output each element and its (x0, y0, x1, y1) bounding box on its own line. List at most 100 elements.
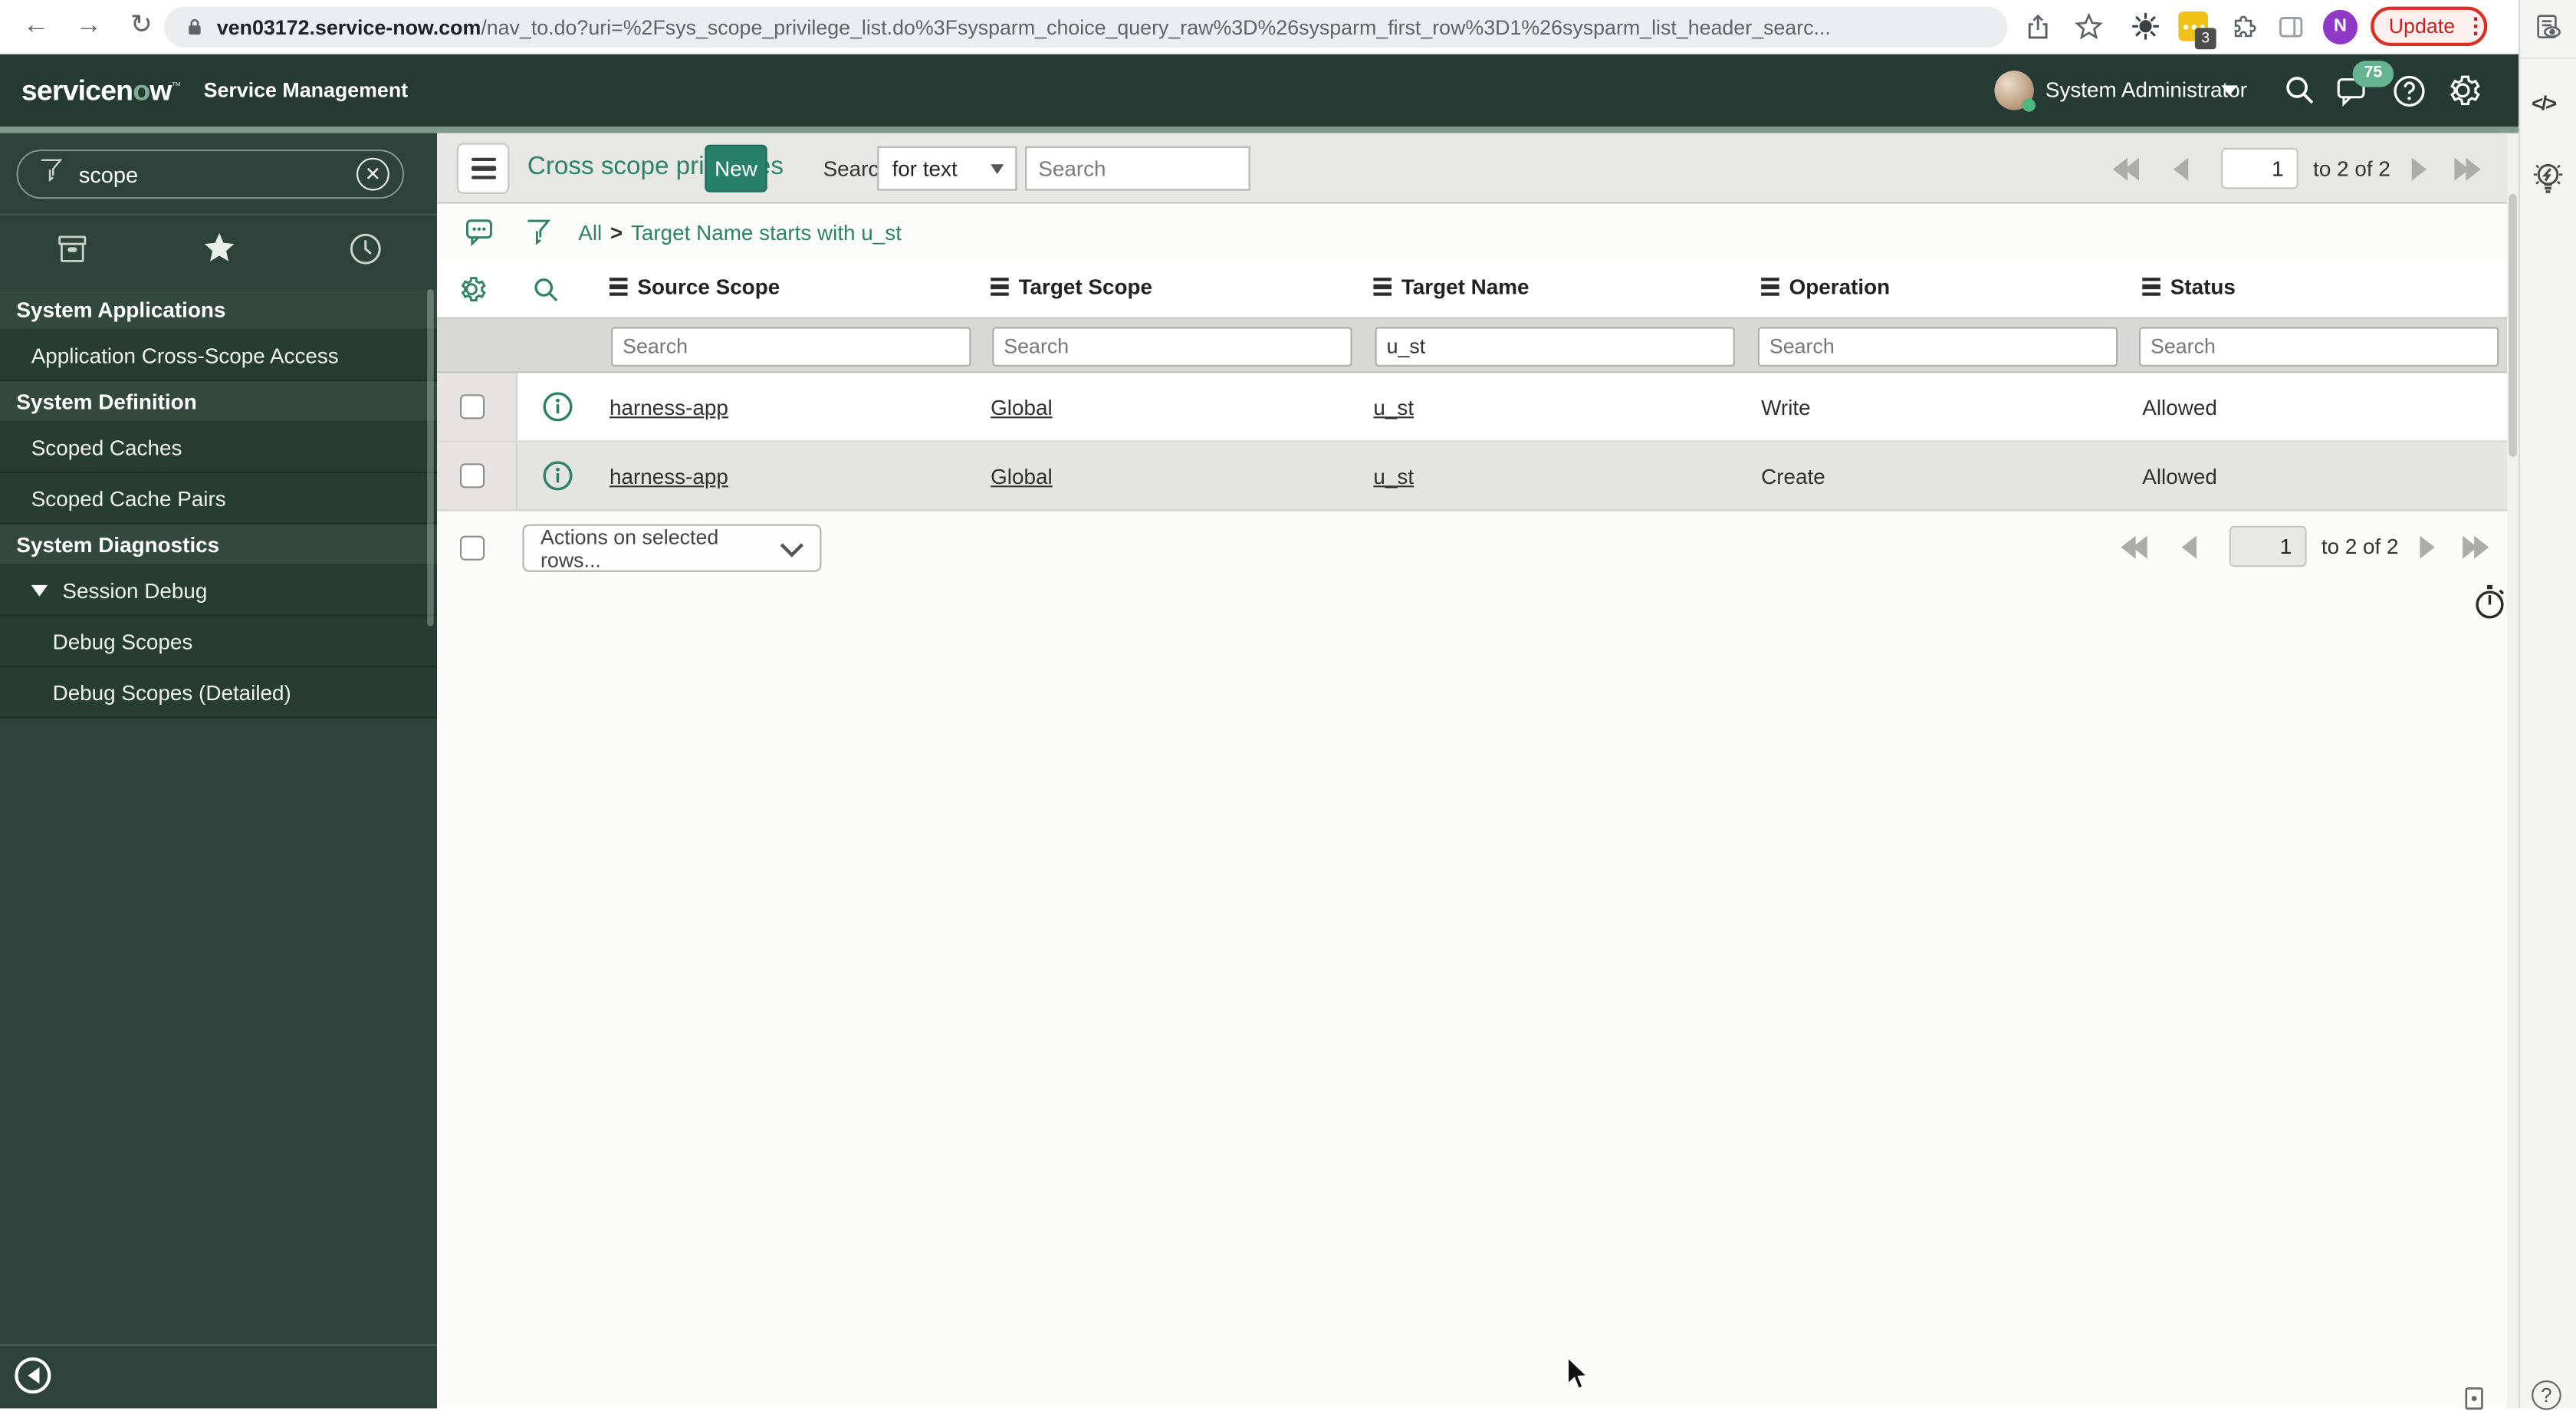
sidebar-item-debug-scopes-detailed[interactable]: Debug Scopes (Detailed) (0, 667, 437, 719)
servicenow-logo[interactable]: servicenow™ (21, 73, 182, 107)
column-header-target-name[interactable]: Target Name (1373, 275, 1530, 299)
collapse-navigator-button[interactable] (15, 1357, 51, 1394)
idea-lightbulb-icon[interactable] (2528, 158, 2568, 209)
sidebar-item-session-debug[interactable]: Session Debug (0, 565, 437, 617)
filter-input-target-name[interactable] (1375, 327, 1735, 367)
tab-favorites[interactable] (146, 215, 291, 281)
list-comments-icon[interactable] (465, 219, 496, 255)
filter-input-status[interactable] (2139, 327, 2499, 367)
right-rail (2518, 0, 2576, 1409)
sidebar-item-application-cross-scope-access[interactable]: Application Cross-Scope Access (0, 330, 437, 382)
filter-input-target-scope[interactable] (992, 327, 1352, 367)
list-search-toggle-icon[interactable] (532, 276, 560, 312)
filter-input-operation[interactable] (1757, 327, 2118, 367)
search-type-select[interactable]: for text (877, 146, 1017, 191)
filter-icon[interactable] (526, 219, 551, 255)
list-titlebar: Cross scope privileges New Search for te… (437, 133, 2507, 204)
record-info-icon[interactable] (542, 460, 573, 499)
breadcrumb-all-link[interactable]: All (578, 220, 602, 245)
column-header-source-scope[interactable]: Source Scope (610, 275, 780, 299)
sidebar-item-scoped-caches[interactable]: Scoped Caches (0, 422, 437, 474)
page-scrollbar-thumb[interactable] (2509, 193, 2517, 457)
breadcrumb-filter-link[interactable]: Target Name starts with u_st (631, 220, 902, 245)
sidebar-section-system-applications[interactable]: System Applications (0, 289, 437, 331)
notification-badge: 75 (2352, 61, 2394, 87)
extensions-puzzle-icon[interactable] (2229, 13, 2257, 49)
browser-profile-avatar[interactable]: N (2323, 9, 2358, 44)
header-accent-strip (0, 127, 2518, 133)
cell-target-scope-link[interactable]: Global (991, 394, 1053, 419)
extension-sunburst-icon[interactable] (2131, 12, 2160, 49)
cell-source-scope-link[interactable]: harness-app (610, 463, 728, 488)
first-page-button[interactable] (2121, 535, 2147, 568)
last-page-button[interactable] (2463, 535, 2489, 568)
new-button[interactable]: New (705, 144, 767, 192)
browser-toolbar: ← → ↻ ven03172.service-now.com/nav_to.do… (0, 0, 2518, 56)
cell-source-scope-link[interactable]: harness-app (610, 394, 728, 419)
screen-share-icon[interactable] (2463, 1387, 2486, 1418)
page-number-input[interactable] (2229, 525, 2307, 568)
global-search-icon[interactable] (2284, 74, 2317, 115)
cell-status: Allowed (2142, 394, 2217, 419)
code-panel-icon[interactable]: </> (2532, 92, 2557, 115)
tab-all-applications[interactable] (0, 215, 145, 281)
select-caret-icon (991, 163, 1004, 174)
record-info-icon[interactable] (542, 391, 573, 430)
select-all-checkbox[interactable] (460, 535, 485, 561)
reading-list-icon[interactable] (2533, 13, 2564, 51)
navigator-filter-input[interactable] (75, 160, 329, 189)
filter-input-source-scope[interactable] (611, 327, 971, 367)
user-menu[interactable]: System Administrator (2045, 77, 2247, 102)
padlock-icon (184, 16, 205, 46)
column-header-target-scope[interactable]: Target Scope (991, 275, 1152, 299)
pagination-range: to 2 of 2 (2313, 156, 2390, 181)
column-search-row (437, 317, 2507, 373)
browser-back-icon[interactable]: ← (16, 7, 55, 46)
clock-icon (349, 232, 380, 264)
prev-page-button[interactable] (2174, 157, 2189, 189)
sidebar-section-system-diagnostics[interactable]: System Diagnostics (0, 524, 437, 566)
sidebar-section-system-definition[interactable]: System Definition (0, 381, 437, 423)
browser-menu-icon: ⋮ (2464, 13, 2486, 38)
help-question-icon[interactable]: ? (2532, 1380, 2561, 1410)
response-time-stopwatch-icon[interactable] (2472, 584, 2507, 630)
next-page-button[interactable] (2411, 157, 2426, 189)
row-checkbox[interactable] (460, 394, 485, 419)
column-menu-icon (2142, 277, 2160, 297)
column-menu-icon (1373, 277, 1392, 297)
sidebar-item-scoped-cache-pairs[interactable]: Scoped Cache Pairs (0, 473, 437, 525)
archive-box-icon (58, 235, 87, 262)
actions-on-rows-select[interactable]: Actions on selected rows... (522, 524, 822, 572)
browser-update-button[interactable]: Update ⋮ (2371, 6, 2488, 47)
sidebar-scrollbar-thumb[interactable] (427, 289, 434, 627)
list-personalize-gear-icon[interactable] (457, 275, 487, 312)
browser-forward-icon[interactable]: → (69, 7, 108, 46)
cell-target-name-link[interactable]: u_st (1373, 394, 1414, 419)
list-context-menu-button[interactable] (456, 143, 510, 194)
product-label: Service Management (203, 78, 409, 102)
row-checkbox[interactable] (460, 463, 485, 489)
settings-gear-icon[interactable] (2445, 72, 2481, 117)
cell-target-name-link[interactable]: u_st (1373, 463, 1414, 488)
first-page-button[interactable] (2112, 157, 2139, 189)
address-bar[interactable]: ven03172.service-now.com/nav_to.do?uri=%… (164, 6, 2008, 48)
page-number-input[interactable] (2221, 147, 2298, 189)
update-label: Update (2388, 15, 2456, 38)
tab-history[interactable] (292, 215, 437, 281)
bookmark-star-icon[interactable] (2075, 12, 2104, 49)
side-panel-icon[interactable] (2277, 13, 2305, 49)
cell-target-scope-link[interactable]: Global (991, 463, 1053, 488)
column-header-status[interactable]: Status (2142, 275, 2236, 299)
next-page-button[interactable] (2420, 535, 2435, 568)
list-search-input[interactable] (1025, 146, 1250, 191)
share-icon[interactable] (2024, 13, 2052, 49)
clear-filter-icon[interactable]: ✕ (356, 157, 389, 191)
browser-reload-icon[interactable]: ↻ (122, 7, 161, 46)
sidebar-item-debug-scopes[interactable]: Debug Scopes (0, 616, 437, 667)
navigator-filter[interactable]: ✕ (16, 150, 405, 199)
help-icon[interactable] (2392, 74, 2426, 117)
prev-page-button[interactable] (2181, 535, 2196, 568)
last-page-button[interactable] (2454, 157, 2481, 189)
column-header-operation[interactable]: Operation (1761, 275, 1890, 299)
user-menu-caret-icon[interactable] (2221, 85, 2238, 96)
